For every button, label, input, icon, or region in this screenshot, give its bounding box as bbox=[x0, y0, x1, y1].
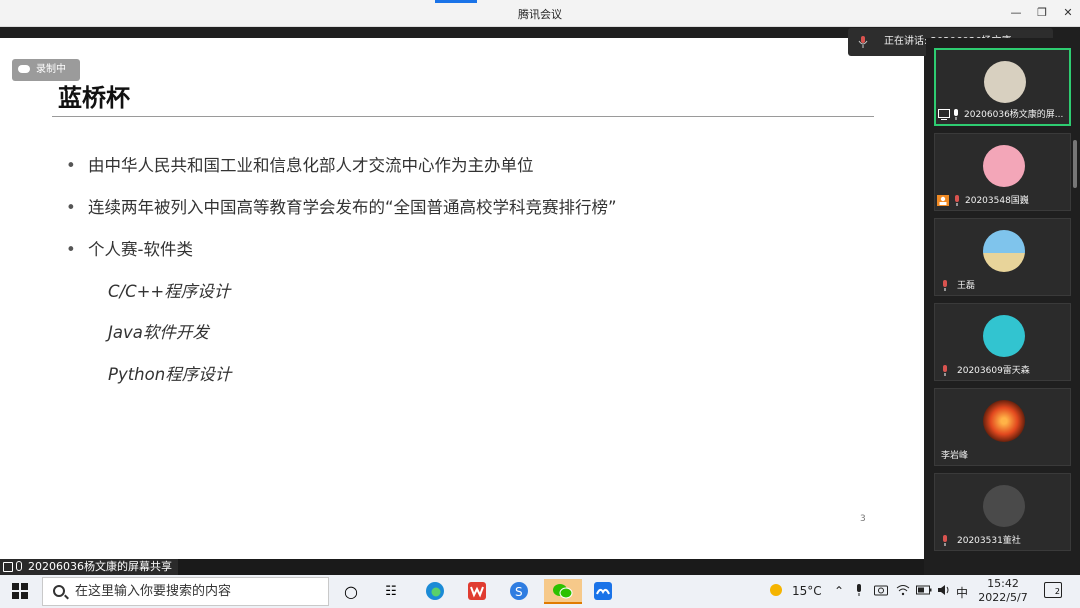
windows-start-button[interactable] bbox=[12, 583, 28, 599]
slide-bullet: • 连续两年被列入中国高等教育学会发布的“全国普通高校学科竞赛排行榜” bbox=[66, 194, 617, 218]
tencent-meeting-icon[interactable] bbox=[588, 579, 618, 604]
microphone-icon bbox=[943, 535, 947, 546]
participant-tile[interactable]: 李岩峰 bbox=[934, 388, 1071, 466]
participant-name: 王磊 bbox=[957, 281, 976, 291]
participant-list[interactable]: 20206036杨文康的屏... 20203548国巍 王磊 20203609雷… bbox=[926, 38, 1080, 559]
taskbar-clock[interactable]: 15:42 2022/5/7 bbox=[978, 577, 1028, 605]
recording-label: 录制中 bbox=[36, 64, 66, 75]
slide-title: 蓝桥杯 bbox=[58, 84, 130, 112]
participant-scrollbar[interactable] bbox=[1073, 140, 1077, 188]
avatar bbox=[983, 400, 1025, 442]
shared-slide: 蓝桥杯 • 由中华人民共和国工业和信息化部人才交流中心作为主办单位 • 连续两年被列… bbox=[0, 38, 924, 559]
meeting-screen: 腾讯会议 — ❐ ✕ 蓝桥杯 • 由中华人民共和国工业和信息化部人才交流中心作为主… bbox=[0, 0, 1080, 608]
slide-sub-item: C/C++程序设计 bbox=[108, 282, 231, 301]
microphone-icon bbox=[954, 109, 958, 120]
avatar bbox=[983, 485, 1025, 527]
microphone-icon bbox=[955, 195, 959, 206]
wechat-icon[interactable] bbox=[544, 579, 582, 604]
participant-name: 李岩峰 bbox=[941, 451, 969, 461]
search-placeholder: 在这里输入你要搜索的内容 bbox=[75, 584, 232, 599]
bullet-text: 连续两年被列入中国高等教育学会发布的“全国普通高校学科竞赛排行榜” bbox=[88, 198, 617, 217]
participant-tile[interactable]: 20206036杨文康的屏... bbox=[934, 48, 1071, 126]
participant-name: 20206036杨文康的屏... bbox=[964, 110, 1064, 120]
participant-tile[interactable]: 20203609雷天森 bbox=[934, 303, 1071, 381]
window-titlebar: 腾讯会议 — ❐ ✕ bbox=[0, 0, 1080, 27]
titlebar-accent bbox=[435, 0, 477, 3]
search-icon bbox=[53, 585, 65, 597]
microphone-icon bbox=[943, 365, 947, 376]
weather-temperature[interactable]: 15°C bbox=[792, 584, 822, 598]
microphone-tray-icon[interactable] bbox=[855, 584, 863, 599]
screen-share-icon bbox=[3, 562, 13, 572]
weather-icon[interactable] bbox=[768, 582, 784, 601]
bullet-dot: • bbox=[66, 156, 76, 175]
input-method-indicator[interactable]: 中 bbox=[956, 584, 968, 601]
wps-office-icon[interactable] bbox=[462, 579, 492, 604]
volume-icon[interactable] bbox=[937, 584, 951, 599]
slide-page-number: 3 bbox=[860, 514, 866, 524]
chevron-up-icon[interactable]: ⌃ bbox=[834, 584, 844, 598]
share-label: 20206036杨文康的屏幕共享 bbox=[0, 559, 178, 575]
avatar bbox=[983, 145, 1025, 187]
window-title: 腾讯会议 bbox=[518, 8, 562, 21]
microphone-icon bbox=[858, 36, 868, 48]
participant-tile[interactable]: 20203531董社 bbox=[934, 473, 1071, 551]
share-label-text: 20206036杨文康的屏幕共享 bbox=[28, 560, 172, 573]
close-button[interactable]: ✕ bbox=[1057, 4, 1079, 22]
microphone-icon bbox=[16, 561, 22, 571]
bullet-dot: • bbox=[66, 198, 76, 217]
participant-name: 20203609雷天森 bbox=[957, 366, 1030, 376]
bullet-dot: • bbox=[66, 240, 76, 259]
cloud-icon bbox=[18, 65, 30, 73]
taskbar-search-box[interactable]: 在这里输入你要搜索的内容 bbox=[42, 577, 329, 606]
minimize-button[interactable]: — bbox=[1005, 4, 1027, 22]
slide-bullet: • 由中华人民共和国工业和信息化部人才交流中心作为主办单位 bbox=[66, 152, 534, 176]
slide-divider bbox=[52, 116, 874, 117]
clock-time: 15:42 bbox=[987, 577, 1019, 590]
svg-text:S: S bbox=[515, 585, 523, 599]
edge-browser-icon[interactable] bbox=[420, 579, 450, 604]
restore-button[interactable]: ❐ bbox=[1031, 4, 1053, 22]
clock-date: 2022/5/7 bbox=[978, 591, 1028, 604]
avatar bbox=[984, 61, 1026, 103]
notification-count: 2 bbox=[1054, 587, 1060, 596]
avatar bbox=[983, 230, 1025, 272]
recording-badge[interactable]: 录制中 bbox=[12, 59, 80, 81]
participant-tile[interactable]: 20203548国巍 bbox=[934, 133, 1071, 211]
slide-sub-item: Java软件开发 bbox=[108, 323, 209, 342]
sogou-icon[interactable]: S bbox=[504, 579, 534, 604]
notification-center-icon[interactable]: 2 bbox=[1044, 582, 1062, 598]
bullet-text: 个人赛-软件类 bbox=[88, 240, 193, 259]
battery-icon[interactable] bbox=[916, 584, 932, 598]
participant-name: 20203548国巍 bbox=[965, 196, 1029, 206]
participant-name: 20203531董社 bbox=[957, 536, 1021, 546]
widgets-icon[interactable]: ☷ bbox=[376, 579, 406, 604]
slide-sub-item: Python程序设计 bbox=[108, 365, 232, 384]
microphone-icon bbox=[943, 280, 947, 291]
participant-tile[interactable]: 王磊 bbox=[934, 218, 1071, 296]
wifi-icon[interactable] bbox=[896, 584, 910, 599]
user-icon bbox=[937, 195, 949, 206]
share-status-bar: 20206036杨文康的屏幕共享 bbox=[0, 559, 924, 575]
windows-taskbar: 在这里输入你要搜索的内容 ○ ☷ S 15°C ⌃ 中 15:42 2022/5… bbox=[0, 575, 1080, 608]
screen-share-icon bbox=[938, 109, 950, 120]
bullet-text: 由中华人民共和国工业和信息化部人才交流中心作为主办单位 bbox=[88, 156, 534, 175]
task-view-icon[interactable]: ○ bbox=[336, 579, 366, 604]
slide-bullet: • 个人赛-软件类 bbox=[66, 236, 193, 260]
camera-tray-icon[interactable] bbox=[874, 584, 888, 599]
avatar bbox=[983, 315, 1025, 357]
